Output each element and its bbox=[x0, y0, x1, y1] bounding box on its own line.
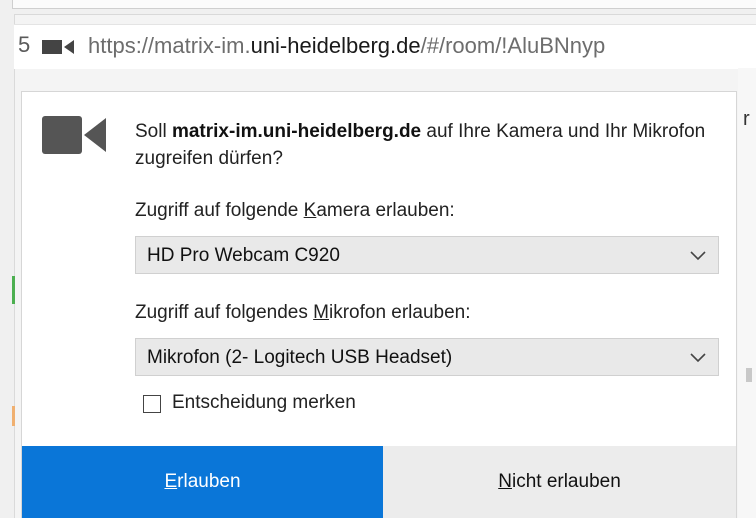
address-bar[interactable]: 5 https://matrix-im.uni-heidelberg.de/#/… bbox=[14, 24, 756, 69]
background-page-text: r bbox=[743, 108, 750, 130]
message-site: matrix-im.uni-heidelberg.de bbox=[171, 121, 422, 142]
message-intro: Soll bbox=[135, 121, 172, 142]
microphone-select[interactable]: Mikrofon (2- Logitech USB Headset) bbox=[135, 338, 719, 376]
microphone-select-value: Mikrofon (2- Logitech USB Headset) bbox=[147, 347, 453, 368]
permission-message: Soll matrix-im.uni-heidelberg.de auf Ihr… bbox=[135, 118, 715, 172]
toolbar-inner-edge bbox=[12, 0, 756, 9]
left-edge-marker-green bbox=[12, 276, 15, 304]
allow-button[interactable]: Erlauben bbox=[22, 446, 383, 518]
deny-label: icht erlauben bbox=[511, 471, 621, 492]
camera-select[interactable]: HD Pro Webcam C920 bbox=[135, 236, 719, 274]
deny-button[interactable]: Nicht erlauben bbox=[383, 446, 736, 518]
background-divider bbox=[746, 368, 752, 382]
camera-icon[interactable] bbox=[42, 39, 76, 55]
url-path: /#/room/!AluBNnyp bbox=[420, 33, 606, 58]
microphone-label-end: ikrofon erlauben: bbox=[328, 302, 471, 323]
microphone-select-label: Zugriff auf folgendes Mikrofon erlauben: bbox=[135, 302, 471, 324]
toolbar-edge bbox=[0, 0, 756, 15]
microphone-label-accesskey: M bbox=[313, 302, 329, 323]
left-edge-marker-orange bbox=[12, 406, 15, 426]
checkbox-box[interactable] bbox=[143, 395, 161, 413]
camera-icon bbox=[42, 116, 106, 154]
camera-label-accesskey: K bbox=[303, 200, 317, 221]
camera-label-start: Zugriff auf folgende bbox=[135, 200, 304, 221]
camera-select-value: HD Pro Webcam C920 bbox=[147, 245, 340, 266]
deny-accesskey: N bbox=[498, 471, 512, 492]
address-bar-clipped-glyph: 5 bbox=[18, 32, 31, 57]
permission-prompt: Soll matrix-im.uni-heidelberg.de auf Ihr… bbox=[22, 92, 736, 518]
allow-accesskey: E bbox=[164, 471, 178, 492]
browser-window: 5 https://matrix-im.uni-heidelberg.de/#/… bbox=[0, 0, 756, 518]
url-host: uni-heidelberg.de bbox=[250, 33, 421, 58]
chevron-down-icon bbox=[690, 353, 706, 363]
camera-select-label: Zugriff auf folgende Kamera erlauben: bbox=[135, 200, 455, 222]
allow-label: rlauben bbox=[177, 471, 241, 492]
url-scheme: https://matrix-im. bbox=[88, 33, 251, 58]
camera-label-end: amera erlauben: bbox=[316, 200, 455, 221]
microphone-label-start: Zugriff auf folgendes bbox=[135, 302, 314, 323]
remember-decision-label: Entscheidung merken bbox=[172, 392, 356, 413]
left-page-edge bbox=[0, 14, 15, 518]
chevron-down-icon bbox=[690, 251, 706, 261]
address-bar-url[interactable]: https://matrix-im.uni-heidelberg.de/#/ro… bbox=[88, 33, 605, 59]
page-background-right: r bbox=[738, 68, 756, 518]
